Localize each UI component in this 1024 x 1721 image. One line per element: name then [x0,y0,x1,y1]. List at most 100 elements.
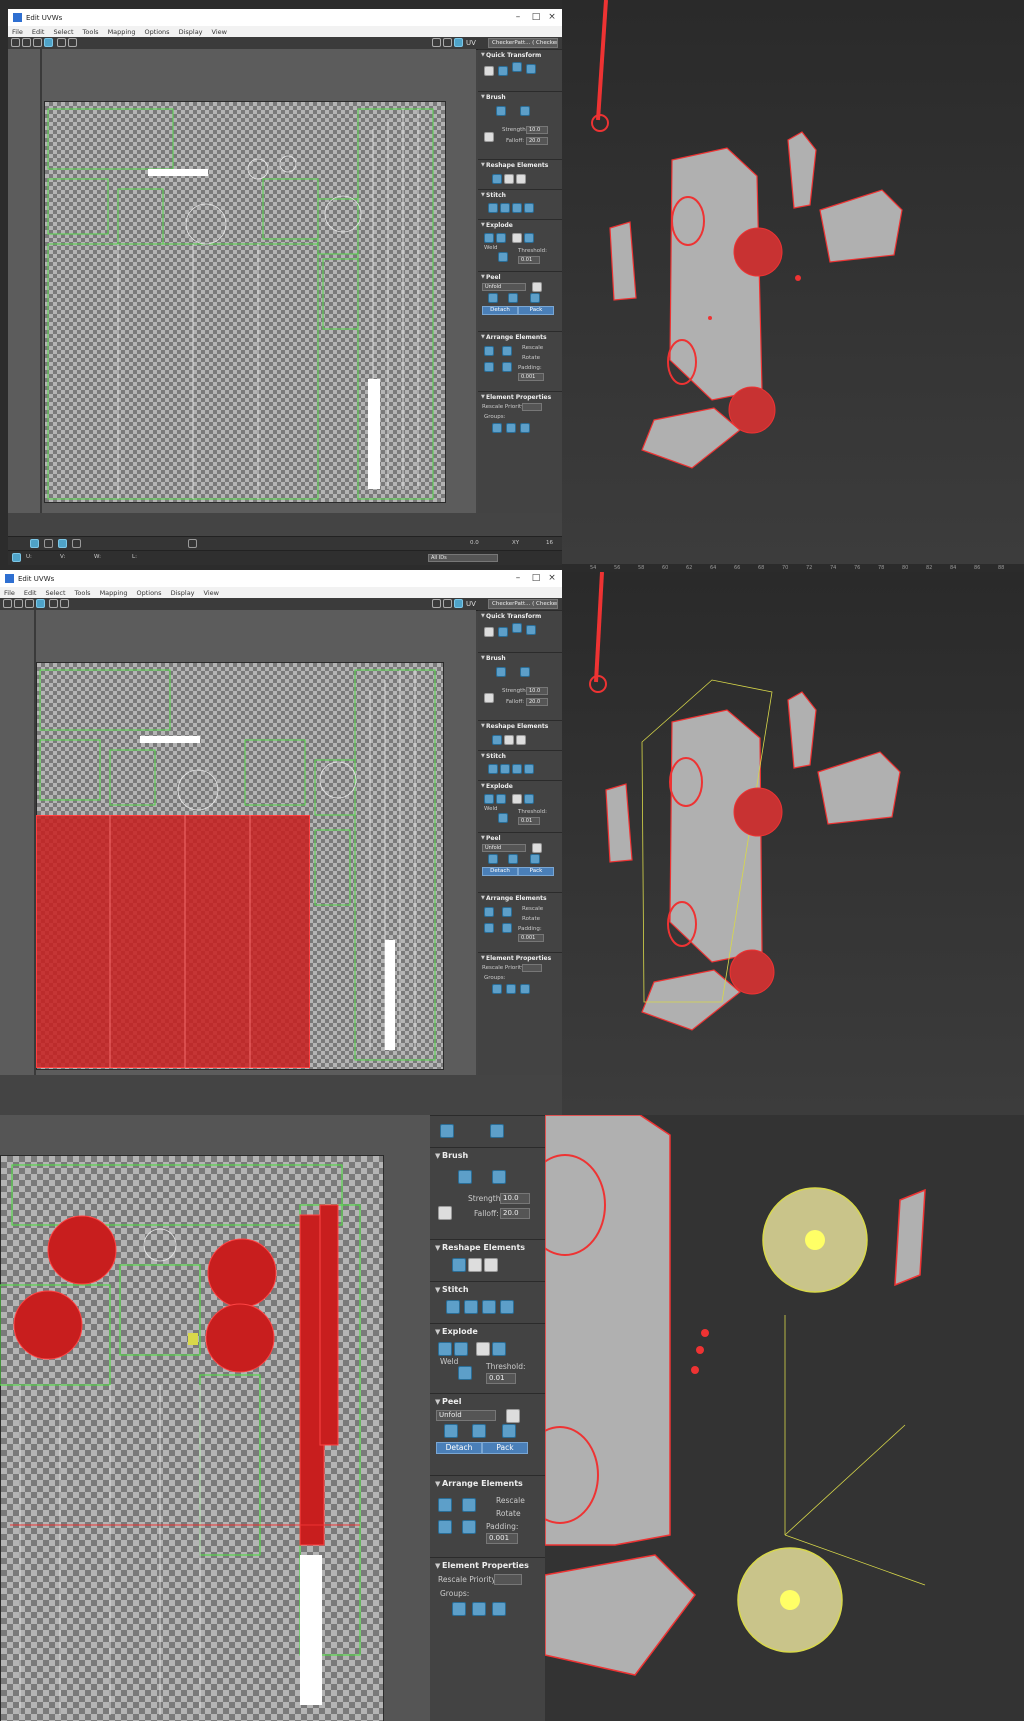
falloff-input[interactable]: 20.0 [526,137,548,145]
uv-viewport[interactable] [8,49,476,513]
checker-dropdown[interactable]: CheckerPatt... ( Checker ) [488,38,558,48]
group-select-icon[interactable] [520,423,530,433]
collapse-icon[interactable]: ▼ [481,94,485,100]
checker-toggle-icon[interactable] [432,38,441,47]
group-set-icon[interactable] [492,423,502,433]
group-set-icon[interactable] [492,984,502,994]
relax-brush-icon[interactable] [496,106,506,116]
relax-brush-icon[interactable] [496,667,506,677]
collapse-icon[interactable]: ▼ [435,1152,440,1160]
rescale-checkbox-label[interactable]: Rescale [496,1496,525,1505]
pack-custom-icon[interactable] [438,1498,452,1512]
threshold-input[interactable]: 0.01 [518,256,540,264]
peel-reset-icon[interactable] [508,293,518,303]
strength-input[interactable]: 10.0 [500,1193,530,1204]
grid-toggle-icon[interactable] [443,38,452,47]
falloff-input[interactable]: 20.0 [526,698,548,706]
collapse-icon[interactable]: ▼ [435,1328,440,1336]
threshold-input[interactable]: 0.01 [518,817,540,825]
collapse-icon[interactable]: ▼ [481,613,485,619]
stitch-source-icon[interactable] [488,764,498,774]
collapse-icon[interactable]: ▼ [435,1562,440,1570]
padding-input[interactable]: 0.001 [518,934,544,942]
grid-value[interactable]: 16 [546,540,553,546]
unfold-dropdown[interactable]: Unfold [482,844,526,852]
strength-input[interactable]: 10.0 [526,126,548,134]
rotate-checkbox-label[interactable]: Rotate [522,916,540,922]
stitch-target-icon[interactable] [482,1300,496,1314]
pack-button[interactable]: Pack [518,306,554,315]
minimize-icon[interactable]: – [510,572,526,584]
collapse-icon[interactable]: ▼ [481,394,485,400]
grid-toggle-icon[interactable] [443,599,452,608]
freeform-icon[interactable] [44,38,53,47]
unfold-dropdown[interactable]: Unfold [436,1410,496,1421]
collapse-icon[interactable]: ▼ [435,1286,440,1294]
pin-icon[interactable] [532,282,542,292]
weld-icon[interactable] [498,813,508,823]
rescale-priority-spinner[interactable] [522,403,542,411]
peel-pin-icon[interactable] [502,1424,516,1438]
flip-icon[interactable] [60,599,69,608]
move-icon[interactable] [3,599,12,608]
pack-recenter-icon[interactable] [502,923,512,933]
peel-mode-icon[interactable] [444,1424,458,1438]
brush-pen-icon[interactable] [438,1206,452,1220]
straighten-icon[interactable] [452,1258,466,1272]
break-icon[interactable] [438,1342,452,1356]
menu-view[interactable]: View [208,26,232,37]
rescale-checkbox-label[interactable]: Rescale [522,345,543,351]
flatten-icon[interactable] [496,794,506,804]
distribute-icon[interactable] [498,66,508,76]
pin-icon[interactable] [506,1409,520,1423]
menu-tools[interactable]: Tools [79,26,104,37]
rotate-90-icon[interactable] [526,625,536,635]
face-mode-icon[interactable] [58,539,67,548]
rescale-priority-spinner[interactable] [522,964,542,972]
stitch-avg-icon[interactable] [464,1300,478,1314]
peel-mode-icon[interactable] [488,854,498,864]
collapse-icon[interactable]: ▼ [481,835,485,841]
xy-label[interactable]: XY [512,540,519,546]
explode-icon[interactable] [524,233,534,243]
strength-input[interactable]: 10.0 [526,687,548,695]
menu-file[interactable]: File [0,587,20,598]
freeform-icon[interactable] [36,599,45,608]
paint-select-icon[interactable] [188,539,197,548]
rotate-90-icon[interactable] [490,1124,504,1138]
peel-reset-icon[interactable] [472,1424,486,1438]
pinch-brush-icon[interactable] [520,667,530,677]
collapse-icon[interactable]: ▼ [481,955,485,961]
menu-select[interactable]: Select [49,26,78,37]
relax-brush-icon[interactable] [458,1170,472,1184]
stitch-source-icon[interactable] [488,203,498,213]
explode-icon[interactable] [524,794,534,804]
detach-button[interactable]: Detach [482,867,518,876]
menu-mapping[interactable]: Mapping [104,26,141,37]
collapse-icon[interactable]: ▼ [481,222,485,228]
pack-recenter-icon[interactable] [502,362,512,372]
pinch-brush-icon[interactable] [492,1170,506,1184]
collapse-icon[interactable]: ▼ [481,192,485,198]
mirror-icon[interactable] [57,38,66,47]
break-icon[interactable] [484,233,494,243]
stitch-source-icon[interactable] [446,1300,460,1314]
group-unset-icon[interactable] [506,423,516,433]
scale-icon[interactable] [33,38,42,47]
flatten-icon[interactable] [454,1342,468,1356]
move-icon[interactable] [11,38,20,47]
pin-icon[interactable] [532,843,542,853]
rotate-90-icon[interactable] [526,64,536,74]
flip-icon[interactable] [68,38,77,47]
padding-input[interactable]: 0.001 [518,373,544,381]
collapse-icon[interactable]: ▼ [435,1398,440,1406]
pack-normalize-icon[interactable] [484,362,494,372]
straighten-icon[interactable] [492,174,502,184]
timeline-ruler[interactable]: 54 56 58 60 62 64 66 68 70 72 74 76 78 8… [562,564,1024,572]
perspective-viewport-zoomed[interactable] [545,1115,1024,1721]
menu-options[interactable]: Options [132,587,166,598]
pack-recenter-icon[interactable] [462,1520,476,1534]
circularize-icon[interactable] [468,1258,482,1272]
rotate-checkbox-label[interactable]: Rotate [522,355,540,361]
menu-edit[interactable]: Edit [20,587,42,598]
